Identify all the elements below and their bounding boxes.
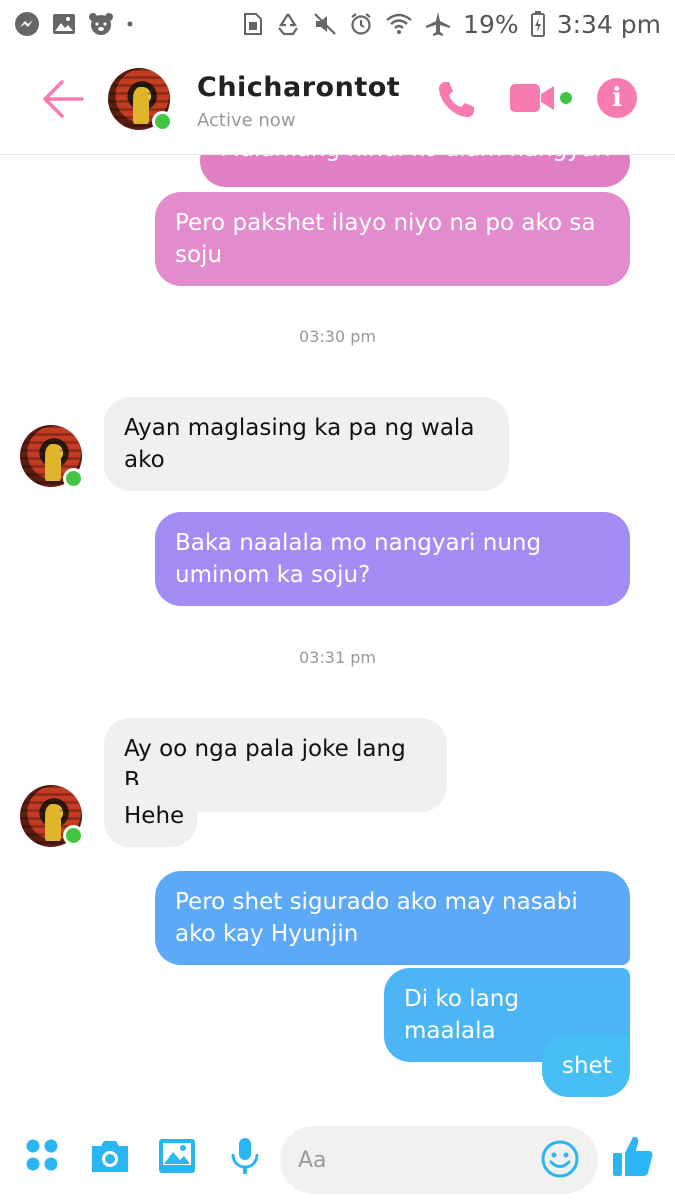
camera-icon[interactable] xyxy=(89,1138,131,1178)
message-text: Di ko lang maalala xyxy=(404,986,519,1044)
sim-icon xyxy=(243,12,263,36)
message-bubble-outgoing[interactable]: shet xyxy=(542,1035,630,1097)
active-indicator xyxy=(63,468,84,489)
dot-icon xyxy=(126,20,134,28)
bear-icon xyxy=(88,12,114,36)
status-right: 19% 3:34 pm xyxy=(243,10,661,39)
timestamp: 03:30 pm xyxy=(299,327,376,346)
message-input-container[interactable] xyxy=(280,1126,598,1194)
image-icon[interactable] xyxy=(158,1138,196,1178)
video-active-dot xyxy=(560,92,572,104)
thumbs-up-icon[interactable] xyxy=(612,1134,654,1182)
phone-icon[interactable] xyxy=(436,78,478,124)
contact-name[interactable]: Chicharontot xyxy=(197,72,400,103)
alarm-icon xyxy=(349,12,373,36)
message-bubble-incoming[interactable]: Hehe xyxy=(104,785,197,847)
battery-percent: 19% xyxy=(463,9,519,39)
apps-icon[interactable] xyxy=(25,1138,59,1176)
emoji-icon[interactable] xyxy=(540,1139,580,1183)
messenger-icon xyxy=(14,11,40,37)
message-input[interactable] xyxy=(296,1138,530,1182)
battery-icon xyxy=(530,11,545,37)
status-time: 3:34 pm xyxy=(556,9,661,39)
wifi-icon xyxy=(385,13,413,35)
info-icon[interactable]: i xyxy=(597,78,637,118)
message-text: Baka naalala mo nangyari nung uminom ka … xyxy=(175,530,542,588)
composer-bar xyxy=(0,1108,675,1200)
message-list[interactable]: Malamang hindi ko alam nangyari Pero pak… xyxy=(0,155,675,1100)
gallery-icon xyxy=(52,13,76,35)
recycle-icon xyxy=(275,12,301,36)
status-bar: 19% 3:34 pm xyxy=(0,0,675,48)
active-indicator xyxy=(63,825,84,846)
message-bubble-outgoing[interactable]: Pero pakshet ilayo niyo na po ako sa soj… xyxy=(155,192,630,286)
message-text: Pero pakshet ilayo niyo na po ako sa soj… xyxy=(175,210,596,268)
timestamp: 03:31 pm xyxy=(299,648,376,667)
message-bubble-outgoing[interactable]: Pero shet sigurado ako may nasabi ako ka… xyxy=(155,871,630,965)
message-text: Pero shet sigurado ako may nasabi ako ka… xyxy=(175,889,578,947)
airplane-icon xyxy=(425,11,451,37)
status-left xyxy=(14,11,134,37)
active-indicator xyxy=(152,111,173,132)
video-icon[interactable] xyxy=(510,82,556,118)
back-arrow-icon[interactable] xyxy=(40,76,86,122)
mute-icon xyxy=(313,12,337,36)
message-text: Hehe xyxy=(124,803,185,829)
message-bubble-incoming[interactable]: Ayan maglasing ka pa ng wala ako xyxy=(104,397,509,491)
message-text: Malamang hindi ko alam nangyari xyxy=(220,155,611,169)
conversation-header: Chicharontot Active now i xyxy=(0,48,675,155)
message-bubble-outgoing[interactable]: Malamang hindi ko alam nangyari xyxy=(200,155,630,187)
message-text: shet xyxy=(562,1053,612,1079)
message-bubble-outgoing[interactable]: Baka naalala mo nangyari nung uminom ka … xyxy=(155,512,630,606)
contact-status: Active now xyxy=(197,110,296,131)
microphone-icon[interactable] xyxy=(230,1136,260,1180)
message-text: Ayan maglasing ka pa ng wala ako xyxy=(124,415,475,473)
